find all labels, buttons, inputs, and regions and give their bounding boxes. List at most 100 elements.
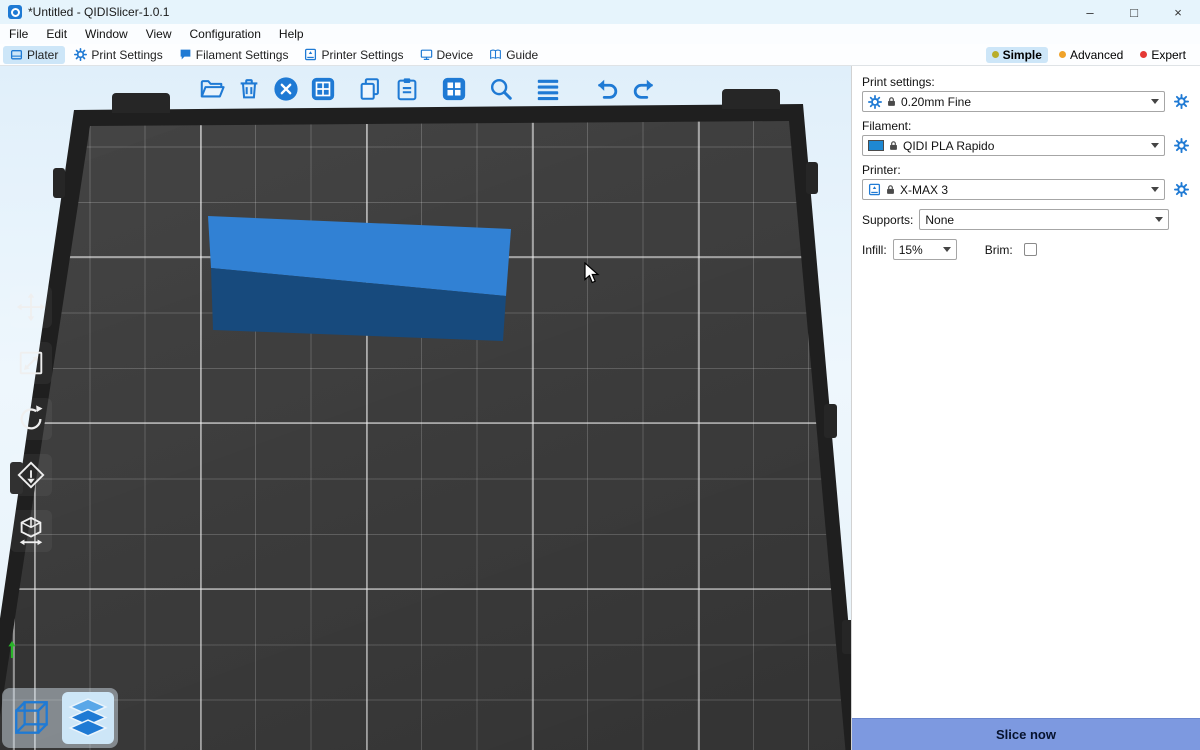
tab-label: Filament Settings (196, 48, 289, 62)
menu-configuration[interactable]: Configuration (181, 27, 270, 41)
delete-button[interactable] (233, 72, 265, 106)
printer-combo[interactable]: X-MAX 3 (862, 179, 1165, 200)
tab-device[interactable]: Device (413, 46, 481, 64)
gear-icon (868, 95, 882, 109)
maximize-button[interactable]: □ (1112, 0, 1156, 24)
scale-icon (16, 348, 46, 378)
mode-label: Expert (1151, 48, 1186, 62)
tab-label: Guide (506, 48, 538, 62)
plater-toolbar (196, 70, 665, 108)
paste-icon (394, 76, 420, 102)
supports-combo[interactable]: None (919, 209, 1169, 230)
viewport-3d[interactable] (0, 66, 851, 750)
arrange-icon (310, 76, 336, 102)
filament-bubble-icon (179, 48, 192, 61)
move-tool-button[interactable] (10, 286, 52, 328)
gear-icon (1174, 182, 1189, 197)
filament-label: Filament: (862, 119, 1191, 133)
redo-icon (631, 76, 657, 102)
app-logo-icon (8, 5, 22, 19)
measure-tool-button[interactable] (10, 510, 52, 552)
guide-book-icon (489, 48, 502, 61)
search-icon (488, 76, 514, 102)
mode-simple[interactable]: Simple (986, 47, 1048, 63)
bed-clip (53, 168, 65, 198)
rotate-tool-button[interactable] (10, 398, 52, 440)
bed-clip (806, 162, 818, 194)
bed-clip (722, 89, 780, 109)
printer-icon (304, 48, 317, 61)
brim-checkbox[interactable] (1024, 243, 1037, 256)
print-settings-gear-button[interactable] (1171, 92, 1191, 112)
filament-color-swatch (868, 140, 884, 151)
gear-icon (1174, 138, 1189, 153)
supports-label: Supports: (862, 213, 913, 227)
tab-plater[interactable]: Plater (3, 46, 65, 64)
settings-sidebar: Print settings: 0.20mm Fine Filament: QI… (851, 66, 1200, 750)
printer-value: X-MAX 3 (900, 183, 948, 197)
tab-print-settings[interactable]: Print Settings (67, 46, 169, 64)
plater-icon (10, 48, 23, 61)
menu-file[interactable]: File (0, 27, 37, 41)
brim-label: Brim: (985, 243, 1013, 257)
trash-icon (236, 76, 262, 102)
layers-list-button[interactable] (532, 72, 564, 106)
print-settings-combo[interactable]: 0.20mm Fine (862, 91, 1165, 112)
filament-combo[interactable]: QIDI PLA Rapido (862, 135, 1165, 156)
filament-gear-button[interactable] (1171, 136, 1191, 156)
search-button[interactable] (485, 72, 517, 106)
arrange-button[interactable] (307, 72, 339, 106)
menu-window[interactable]: Window (76, 27, 137, 41)
menu-edit[interactable]: Edit (37, 27, 76, 41)
tab-label: Plater (27, 48, 58, 62)
delete-all-icon (273, 76, 299, 102)
menu-view[interactable]: View (137, 27, 181, 41)
tabbar: Plater Print Settings Filament Settings … (0, 44, 1200, 66)
open-button[interactable] (196, 72, 228, 106)
expert-mode-dot-icon (1140, 51, 1147, 58)
scale-tool-button[interactable] (10, 342, 52, 384)
printer-label: Printer: (862, 163, 1191, 177)
editor-view-button[interactable] (6, 692, 58, 744)
bed-clip (824, 404, 837, 438)
print-settings-value: 0.20mm Fine (901, 95, 971, 109)
chevron-down-icon (1151, 99, 1159, 104)
chevron-down-icon (1151, 143, 1159, 148)
undo-button[interactable] (591, 72, 623, 106)
redo-button[interactable] (628, 72, 660, 106)
tab-filament-settings[interactable]: Filament Settings (172, 46, 296, 64)
menu-help[interactable]: Help (270, 27, 313, 41)
tab-label: Print Settings (91, 48, 162, 62)
layers-list-icon (535, 76, 561, 102)
copy-button[interactable] (354, 72, 386, 106)
printer-icon (868, 183, 881, 196)
slice-now-button[interactable]: Slice now (852, 718, 1200, 750)
print-settings-label: Print settings: (862, 75, 1191, 89)
tab-printer-settings[interactable]: Printer Settings (297, 46, 410, 64)
chevron-down-icon (1151, 187, 1159, 192)
advanced-mode-dot-icon (1059, 51, 1066, 58)
view-toolbar (2, 688, 118, 748)
delete-all-button[interactable] (270, 72, 302, 106)
minimize-button[interactable]: – (1068, 0, 1112, 24)
preview-view-button[interactable] (62, 692, 114, 744)
split-button[interactable] (438, 72, 470, 106)
lock-icon (885, 184, 896, 195)
bed-clip (112, 93, 170, 113)
qidislicer-window: *Untitled - QIDISlicer-1.0.1 – □ × File … (0, 0, 1200, 750)
mode-expert[interactable]: Expert (1134, 47, 1192, 63)
flatten-icon (16, 460, 46, 490)
tab-label: Device (437, 48, 474, 62)
chevron-down-icon (943, 247, 951, 252)
printer-gear-button[interactable] (1171, 180, 1191, 200)
mode-label: Simple (1003, 48, 1042, 62)
paste-button[interactable] (391, 72, 423, 106)
gear-icon (1174, 94, 1189, 109)
infill-combo[interactable]: 15% (893, 239, 957, 260)
close-button[interactable]: × (1156, 0, 1200, 24)
mode-advanced[interactable]: Advanced (1053, 47, 1129, 63)
tab-guide[interactable]: Guide (482, 46, 545, 64)
flatten-tool-button[interactable] (10, 454, 52, 496)
tab-label: Printer Settings (321, 48, 403, 62)
copy-icon (357, 76, 383, 102)
